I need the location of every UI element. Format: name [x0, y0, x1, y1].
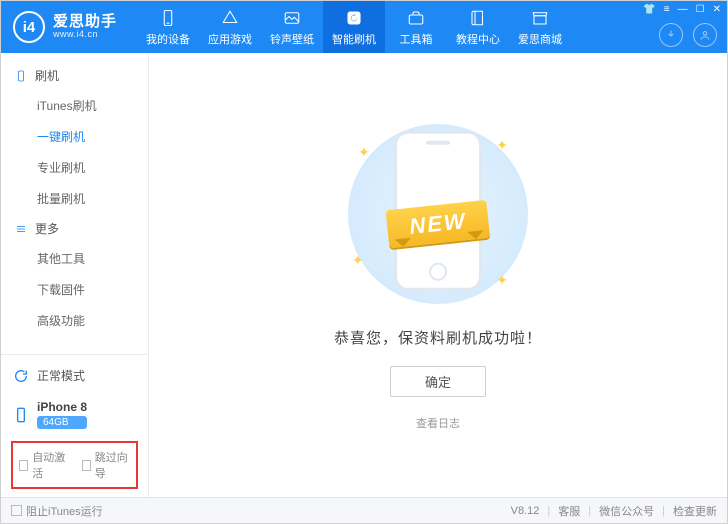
status-bar: 阻止iTunes运行 V8.12 | 客服 | 微信公众号 | 检查更新 — [1, 497, 727, 523]
minimize-icon[interactable]: — — [678, 4, 688, 15]
nav-label: 应用游戏 — [208, 31, 252, 47]
sidebar-item-pro-flash[interactable]: 专业刷机 — [1, 152, 148, 183]
toolbox-icon — [406, 8, 426, 28]
phone-icon — [158, 8, 178, 28]
menu-icon[interactable]: ≡ — [664, 4, 670, 15]
success-illustration: ✦ ✦ ✦ ✦ NEW — [328, 119, 548, 309]
nav-store[interactable]: 爱思商城 — [509, 1, 571, 53]
sidebar-item-batch-flash[interactable]: 批量刷机 — [1, 183, 148, 214]
nav-label: 智能刷机 — [332, 31, 376, 47]
device-icon — [15, 70, 27, 82]
sidebar-scroll: 刷机 iTunes刷机 一键刷机 专业刷机 批量刷机 更多 其他工具 下载固件 … — [1, 53, 148, 354]
sparkle-icon: ✦ — [496, 137, 508, 154]
mode-label: 正常模式 — [37, 367, 85, 384]
nav-tutorial[interactable]: 教程中心 — [447, 1, 509, 53]
brand-name: 爱思助手 — [53, 14, 117, 31]
nav-label: 教程中心 — [456, 31, 500, 47]
nav-label: 我的设备 — [146, 31, 190, 47]
checkbox-auto-activate[interactable]: 自动激活 — [19, 449, 68, 481]
nav-flash[interactable]: 智能刷机 — [323, 1, 385, 53]
group-title: 刷机 — [35, 67, 59, 84]
window-controls: 👕 ≡ — ☐ ✕ — [643, 4, 721, 15]
view-log-link[interactable]: 查看日志 — [416, 415, 460, 431]
checkbox-skip-guide[interactable]: 跳过向导 — [82, 449, 131, 481]
main-panel: ✦ ✦ ✦ ✦ NEW 恭喜您，保资料刷机成功啦！ 确定 查看日志 — [149, 53, 727, 497]
device-name: iPhone 8 — [37, 400, 87, 414]
ok-button[interactable]: 确定 — [390, 366, 486, 397]
footer-left: 阻止iTunes运行 — [11, 503, 103, 519]
storage-badge: 64GB — [37, 416, 87, 429]
success-message: 恭喜您，保资料刷机成功啦！ — [334, 327, 542, 348]
nav-apps[interactable]: 应用游戏 — [199, 1, 261, 53]
sidebar-item-other-tools[interactable]: 其他工具 — [1, 243, 148, 274]
nav-label: 铃声壁纸 — [270, 31, 314, 47]
book-icon — [468, 8, 488, 28]
sidebar-group-more[interactable]: 更多 — [1, 214, 148, 243]
refresh-small-icon — [13, 368, 29, 384]
header: i4 爱思助手 www.i4.cn 我的设备 应用游戏 铃声壁纸 智能刷机 — [1, 1, 727, 53]
sparkle-icon: ✦ — [496, 272, 508, 289]
top-nav: 我的设备 应用游戏 铃声壁纸 智能刷机 工具箱 教程中心 — [137, 1, 571, 53]
group-title: 更多 — [35, 220, 59, 237]
version-label: V8.12 — [511, 505, 540, 517]
phone-small-icon — [13, 407, 29, 423]
sidebar-bottom: 正常模式 iPhone 8 64GB 自动激活 跳过向导 — [1, 354, 148, 497]
image-icon — [282, 8, 302, 28]
more-icon — [15, 223, 27, 235]
header-right-buttons — [659, 23, 717, 47]
sparkle-icon: ✦ — [352, 252, 364, 269]
logo-icon: i4 — [13, 11, 45, 43]
nav-label: 工具箱 — [400, 31, 433, 47]
app-icon — [220, 8, 240, 28]
brand-url: www.i4.cn — [53, 30, 117, 40]
sidebar-group-flash[interactable]: 刷机 — [1, 61, 148, 90]
download-button[interactable] — [659, 23, 683, 47]
nav-toolbox[interactable]: 工具箱 — [385, 1, 447, 53]
maximize-icon[interactable]: ☐ — [696, 4, 705, 15]
logo: i4 爱思助手 www.i4.cn — [1, 11, 117, 43]
sparkle-icon: ✦ — [358, 144, 370, 161]
footer-link-update[interactable]: 检查更新 — [673, 503, 717, 519]
mode-row[interactable]: 正常模式 — [11, 363, 138, 388]
brand-text: 爱思助手 www.i4.cn — [53, 14, 117, 40]
app-window: i4 爱思助手 www.i4.cn 我的设备 应用游戏 铃声壁纸 智能刷机 — [0, 0, 728, 524]
nav-label: 爱思商城 — [518, 31, 562, 47]
sidebar-item-advanced[interactable]: 高级功能 — [1, 305, 148, 336]
nav-my-device[interactable]: 我的设备 — [137, 1, 199, 53]
footer-right: V8.12 | 客服 | 微信公众号 | 检查更新 — [511, 503, 717, 519]
nav-wallpaper[interactable]: 铃声壁纸 — [261, 1, 323, 53]
body: 刷机 iTunes刷机 一键刷机 专业刷机 批量刷机 更多 其他工具 下载固件 … — [1, 53, 727, 497]
highlighted-options: 自动激活 跳过向导 — [11, 441, 138, 489]
sidebar-item-itunes-flash[interactable]: iTunes刷机 — [1, 90, 148, 121]
sidebar: 刷机 iTunes刷机 一键刷机 专业刷机 批量刷机 更多 其他工具 下载固件 … — [1, 53, 149, 497]
skin-icon[interactable]: 👕 — [643, 4, 655, 15]
sidebar-item-oneclick-flash[interactable]: 一键刷机 — [1, 121, 148, 152]
close-icon[interactable]: ✕ — [713, 4, 721, 15]
sidebar-item-download-fw[interactable]: 下载固件 — [1, 274, 148, 305]
footer-link-wechat[interactable]: 微信公众号 — [599, 503, 654, 519]
footer-link-support[interactable]: 客服 — [558, 503, 580, 519]
checkbox-block-itunes[interactable]: 阻止iTunes运行 — [11, 503, 103, 519]
device-row[interactable]: iPhone 8 64GB — [11, 396, 138, 433]
account-button[interactable] — [693, 23, 717, 47]
refresh-icon — [344, 8, 364, 28]
store-icon — [530, 8, 550, 28]
